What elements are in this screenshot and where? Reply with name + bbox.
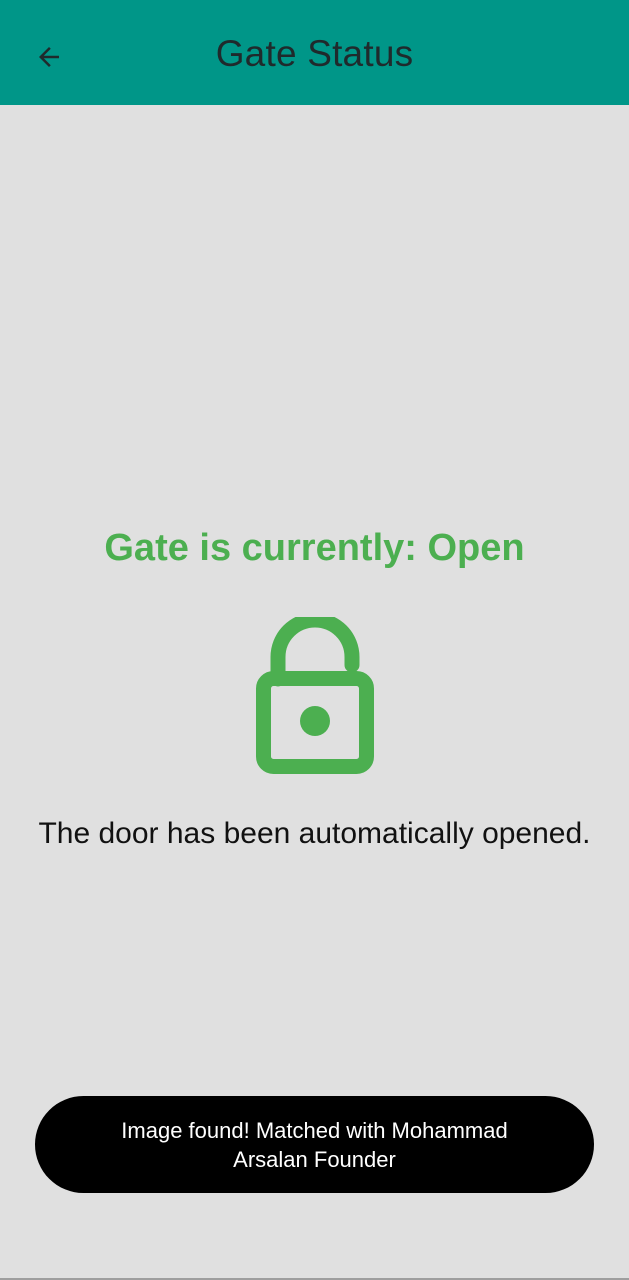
toast-message: Image found! Matched with Mohammad Arsal… [121, 1117, 508, 1172]
toast-notification: Image found! Matched with Mohammad Arsal… [35, 1096, 594, 1193]
app-bar: Gate Status [0, 0, 629, 105]
gate-status-title: Gate is currently: Open [104, 527, 525, 569]
gate-status-screen: Gate Status Gate is currently: Open The … [0, 0, 629, 1280]
page-title: Gate Status [215, 33, 414, 74]
status-message: The door has been automatically opened. [38, 817, 591, 850]
lock-open-icon [256, 617, 374, 774]
